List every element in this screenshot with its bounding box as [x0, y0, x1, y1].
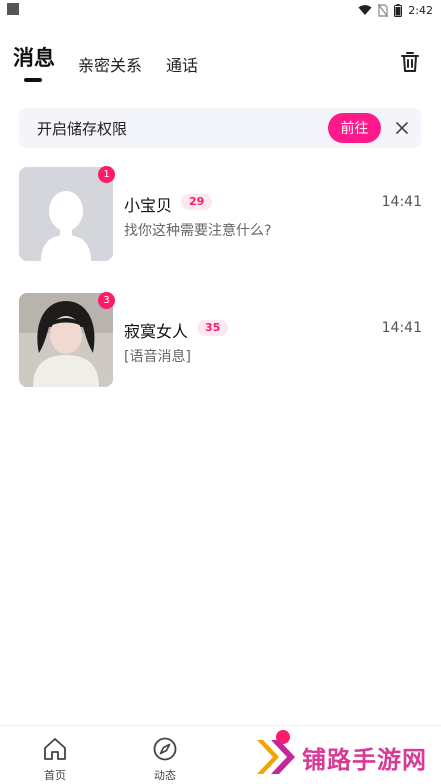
- notification-icon: [7, 3, 19, 15]
- close-icon[interactable]: [394, 120, 410, 136]
- tab-messages[interactable]: 消息: [13, 42, 55, 72]
- arrow-logo-icon: [257, 740, 295, 774]
- age-badge: 35: [197, 320, 229, 336]
- watermark-text: 铺路手游网: [302, 746, 427, 774]
- top-tabs: 消息 亲密关系 通话: [0, 46, 441, 86]
- nav-home-label: 首页: [44, 769, 66, 782]
- permission-text: 开启储存权限: [37, 120, 128, 138]
- home-icon: [44, 738, 66, 760]
- nav-home[interactable]: 首页: [25, 726, 85, 784]
- status-bar: 2:42: [0, 0, 441, 20]
- goto-button[interactable]: 前往: [328, 113, 381, 143]
- message-time: 14:41: [381, 320, 422, 336]
- unread-badge: 3: [98, 292, 115, 309]
- message-preview: [语音消息]: [124, 349, 191, 365]
- age-badge: 29: [181, 194, 213, 210]
- contact-name: 小宝贝: [124, 196, 173, 215]
- tab-indicator: [24, 78, 42, 82]
- conversation-item[interactable]: 1 小宝贝 29 14:41 找你这种需要注意什么?: [0, 166, 441, 263]
- watermark-logo: 铺路手游网: [255, 733, 441, 781]
- battery-icon: [394, 3, 403, 17]
- default-avatar: [19, 167, 113, 261]
- no-sim-icon: [378, 3, 389, 17]
- message-preview: 找你这种需要注意什么?: [124, 223, 272, 239]
- tab-calls[interactable]: 通话: [166, 52, 198, 76]
- wifi-icon: [358, 5, 372, 15]
- nav-moments[interactable]: 动态: [135, 726, 195, 784]
- status-time: 2:42: [408, 3, 433, 17]
- message-time: 14:41: [381, 194, 422, 210]
- status-icons: 2:42: [358, 2, 433, 18]
- photo-avatar: [19, 293, 113, 387]
- unread-badge: 1: [98, 166, 115, 183]
- conversation-item[interactable]: 3 寂寞女人 35 14:41 [语音消息]: [0, 292, 441, 389]
- contact-name: 寂寞女人: [124, 322, 189, 341]
- compass-icon: [153, 737, 177, 761]
- tab-intimacy[interactable]: 亲密关系: [78, 52, 142, 76]
- nav-moments-label: 动态: [154, 769, 176, 782]
- trash-icon[interactable]: [398, 50, 422, 74]
- permission-banner: 开启储存权限 前往: [19, 108, 421, 148]
